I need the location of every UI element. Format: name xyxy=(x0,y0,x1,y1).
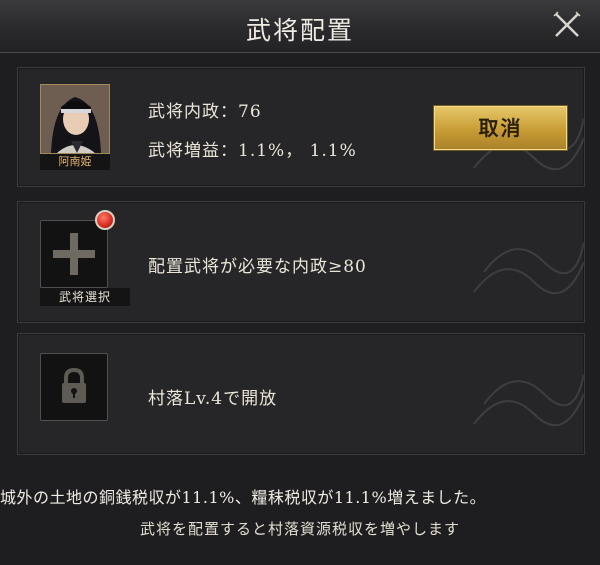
hint-text: 武将を配置すると村落資源税収を増やします xyxy=(139,520,460,538)
select-general-slot[interactable] xyxy=(40,220,108,288)
effect-text: 城外の土地の銅銭税収が11.1%、糧秣税収が11.1%増えました。 xyxy=(0,488,487,507)
plus-icon xyxy=(53,233,95,275)
cancel-button[interactable]: 取消 xyxy=(433,105,568,151)
general-slot[interactable]: 阿南姫 xyxy=(40,84,110,170)
title-bar: 武将配置 xyxy=(0,0,600,53)
select-general-panel: 武将選択 配置武将が必要な内政≥80 xyxy=(17,201,585,323)
wave-pattern xyxy=(473,373,584,427)
portrait-art xyxy=(41,85,109,153)
wave-pattern xyxy=(473,241,584,295)
general-portrait xyxy=(40,84,110,154)
select-general-label: 武将選択 xyxy=(40,288,130,306)
lock-icon xyxy=(62,367,86,403)
general-name: 阿南姫 xyxy=(40,154,110,170)
close-button[interactable] xyxy=(552,10,582,40)
dialog-title: 武将配置 xyxy=(245,16,354,45)
locked-slot xyxy=(40,353,108,421)
bonus-stat: 武将増益：1.1%， 1.1% xyxy=(148,141,357,161)
unlock-text: 村落Lv.4で開放 xyxy=(148,389,278,409)
close-icon xyxy=(553,11,581,37)
deploy-general-dialog: 武将配置 阿南姫 武将内政：76 武将増益：1.1%， 1.1% 取消 武将選択… xyxy=(0,0,600,565)
red-notification-dot xyxy=(95,210,115,230)
assigned-general-panel: 阿南姫 武将内政：76 武将増益：1.1%， 1.1% 取消 xyxy=(17,67,585,187)
admin-stat: 武将内政：76 xyxy=(148,102,262,122)
requirement-text: 配置武将が必要な内政≥80 xyxy=(148,257,367,277)
locked-slot-panel: 村落Lv.4で開放 xyxy=(17,333,585,455)
